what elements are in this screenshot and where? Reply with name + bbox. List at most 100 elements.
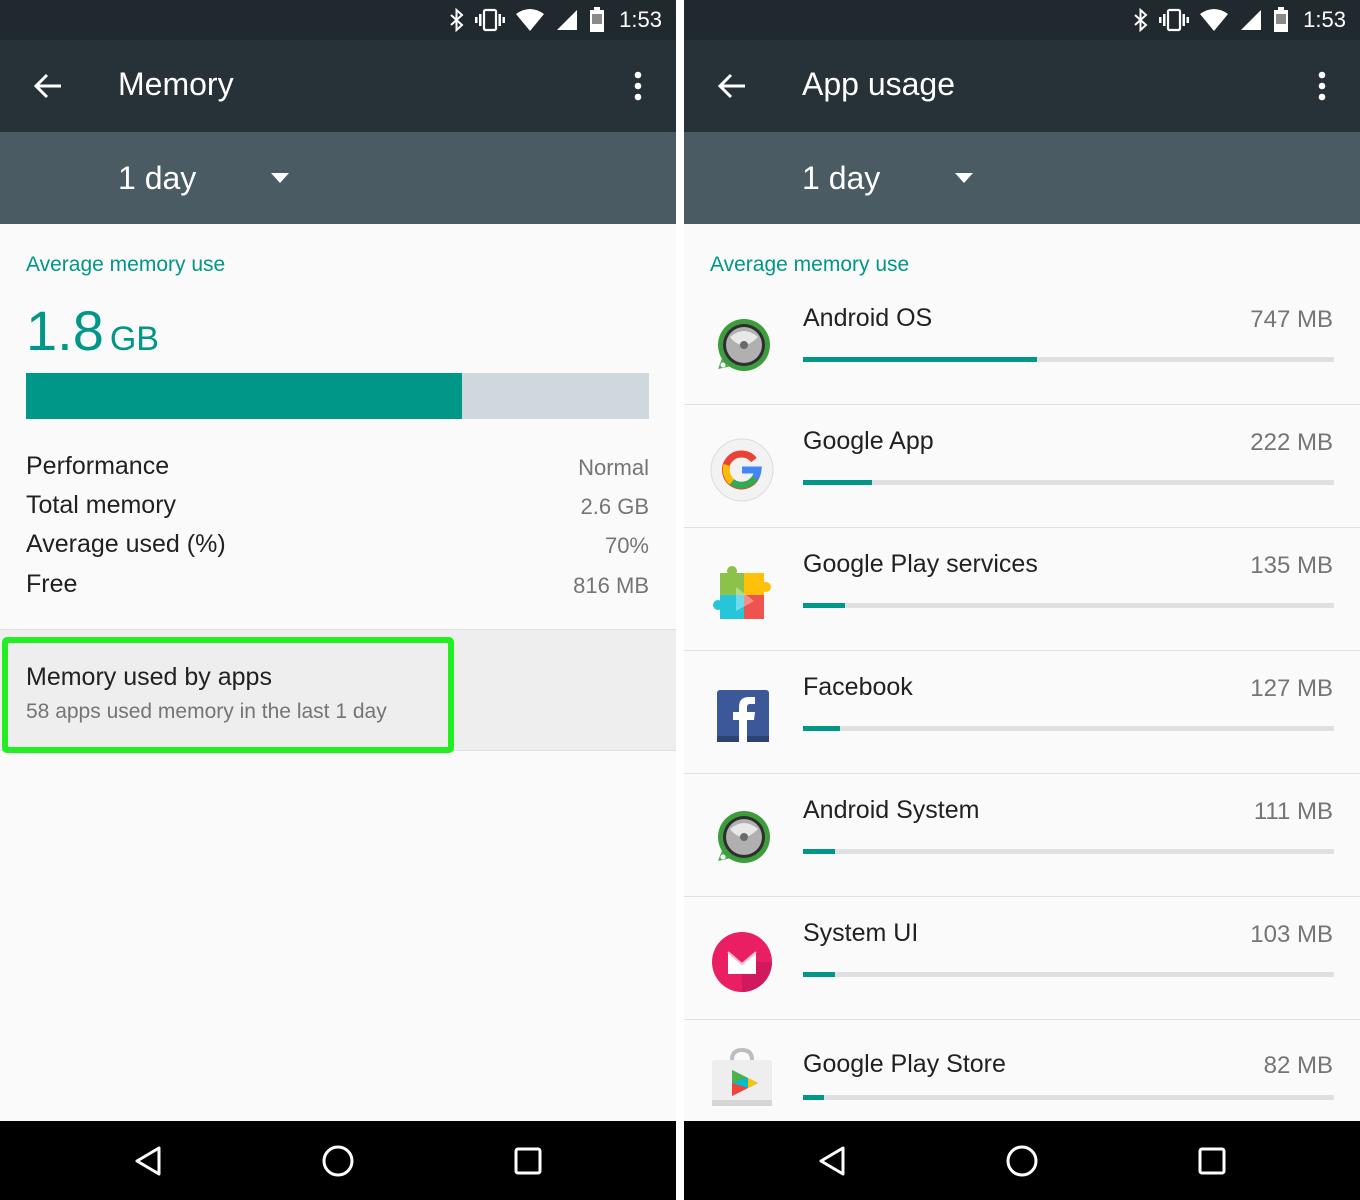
battery-icon [589, 7, 605, 33]
page-title: App usage [802, 66, 956, 102]
nav-back-icon [135, 1146, 161, 1176]
app-usage-fill [803, 726, 841, 731]
app-size: 111 MB [1253, 798, 1333, 825]
stat-label: Average used (%) [26, 530, 226, 558]
nav-back-icon [819, 1146, 845, 1176]
app-name: System UI [803, 919, 919, 947]
section-header: Average memory use [710, 253, 910, 276]
nav-home-button[interactable] [308, 1135, 368, 1187]
app-name: Facebook [803, 673, 913, 701]
period-value: 1 day [802, 159, 881, 196]
app-toolbar: Memory [0, 40, 676, 132]
navigation-bar [684, 1121, 1360, 1200]
stat-value: 70% [604, 533, 649, 558]
system-ui-icon [710, 930, 774, 994]
apps-item-subtitle: 58 apps used memory in the last 1 day [26, 700, 387, 723]
app-name: Google Play Store [803, 1050, 1006, 1078]
battery-icon [1273, 7, 1289, 33]
nav-recents-icon [1198, 1147, 1226, 1175]
google-app-icon [710, 438, 774, 502]
stat-label: Performance [26, 452, 170, 480]
stat-value: 816 MB [573, 573, 649, 598]
page-title: Memory [118, 66, 234, 102]
app-usage-content: Average memory use Android OS 747 MB Goo… [684, 224, 1360, 1121]
nav-recents-icon [514, 1147, 542, 1175]
stat-row-performance: Performance Normal [26, 452, 649, 488]
arrow-back-icon [717, 73, 745, 99]
overflow-menu-button[interactable] [618, 62, 658, 110]
app-size: 127 MB [1250, 675, 1333, 702]
memory-content: Average memory use 1.8 GB Performance Nor… [0, 224, 676, 1121]
period-value: 1 day [118, 159, 197, 196]
status-time: 1:53 [619, 7, 662, 32]
app-usage-fill [803, 972, 835, 977]
overflow-menu-button[interactable] [1302, 62, 1342, 110]
nav-back-button[interactable] [118, 1135, 178, 1187]
memory-usage-fill [26, 373, 463, 419]
vibrate-icon [1159, 8, 1190, 32]
nav-home-icon [1006, 1145, 1038, 1177]
navigation-bar [0, 1121, 676, 1200]
status-bar: 1:53 [0, 0, 676, 40]
bluetooth-icon [1133, 8, 1149, 32]
app-usage-track [803, 1095, 1334, 1100]
app-size: 82 MB [1263, 1052, 1333, 1079]
app-usage-fill [803, 849, 835, 854]
back-button[interactable] [708, 62, 756, 110]
app-row-android-system[interactable]: Android System 111 MB [684, 774, 1360, 897]
app-size: 103 MB [1250, 921, 1333, 948]
play-store-icon [710, 1046, 774, 1110]
dropdown-arrow-icon [955, 173, 973, 183]
stat-value: 2.6 GB [580, 494, 649, 519]
app-row-android-os[interactable]: Android OS 747 MB [684, 282, 1360, 405]
nav-home-icon [322, 1145, 354, 1177]
stat-label: Free [26, 570, 78, 598]
app-row-facebook[interactable]: Facebook 127 MB [684, 651, 1360, 774]
stat-value: Normal [578, 455, 649, 480]
vibrate-icon [475, 8, 506, 32]
nav-recents-button[interactable] [498, 1135, 558, 1187]
nav-recents-button[interactable] [1182, 1135, 1242, 1187]
wifi-icon [515, 8, 545, 32]
period-bar: 1 day [684, 132, 1360, 224]
app-name: Google App [803, 427, 934, 455]
app-row-google-app[interactable]: Google App 222 MB [684, 405, 1360, 528]
app-usage-fill [803, 480, 873, 485]
app-usage-track [803, 480, 1334, 485]
app-row-system-ui[interactable]: System UI 103 MB [684, 897, 1360, 1020]
back-button[interactable] [24, 62, 72, 110]
app-usage-fill [803, 603, 846, 608]
app-usage-track [803, 972, 1334, 977]
average-number: 1.8 [26, 299, 104, 362]
app-size: 222 MB [1250, 429, 1333, 456]
android-system-icon [710, 807, 774, 871]
app-row-google-play-services[interactable]: Google Play services 135 MB [684, 528, 1360, 651]
period-bar: 1 day [0, 132, 676, 224]
period-dropdown[interactable]: 1 day [118, 156, 318, 200]
app-usage-screen: 1:53 App usage 1 day Average memory use … [684, 0, 1360, 1200]
app-toolbar: App usage [684, 40, 1360, 132]
app-usage-track [803, 357, 1334, 362]
arrow-back-icon [33, 73, 61, 99]
period-dropdown[interactable]: 1 day [802, 156, 1002, 200]
stat-label: Total memory [26, 491, 177, 519]
average-unit: GB [109, 320, 159, 358]
facebook-icon [710, 684, 774, 748]
app-usage-track [803, 603, 1334, 608]
stat-row-average-used: Average used (%) 70% [26, 530, 649, 566]
apps-item-title: Memory used by apps [26, 663, 272, 691]
play-services-icon [710, 561, 774, 625]
nav-home-button[interactable] [992, 1135, 1052, 1187]
memory-used-by-apps-item[interactable]: Memory used by apps 58 apps used memory … [0, 629, 676, 751]
app-size: 135 MB [1250, 552, 1333, 579]
wifi-icon [1199, 8, 1229, 32]
more-vert-icon [1318, 71, 1326, 101]
more-vert-icon [634, 71, 642, 101]
signal-icon [555, 8, 579, 32]
app-usage-fill [803, 357, 1037, 362]
app-usage-track [803, 726, 1334, 731]
stat-row-free: Free 816 MB [26, 570, 649, 606]
nav-back-button[interactable] [802, 1135, 862, 1187]
app-name: Android OS [803, 304, 933, 332]
app-size: 747 MB [1250, 306, 1333, 333]
